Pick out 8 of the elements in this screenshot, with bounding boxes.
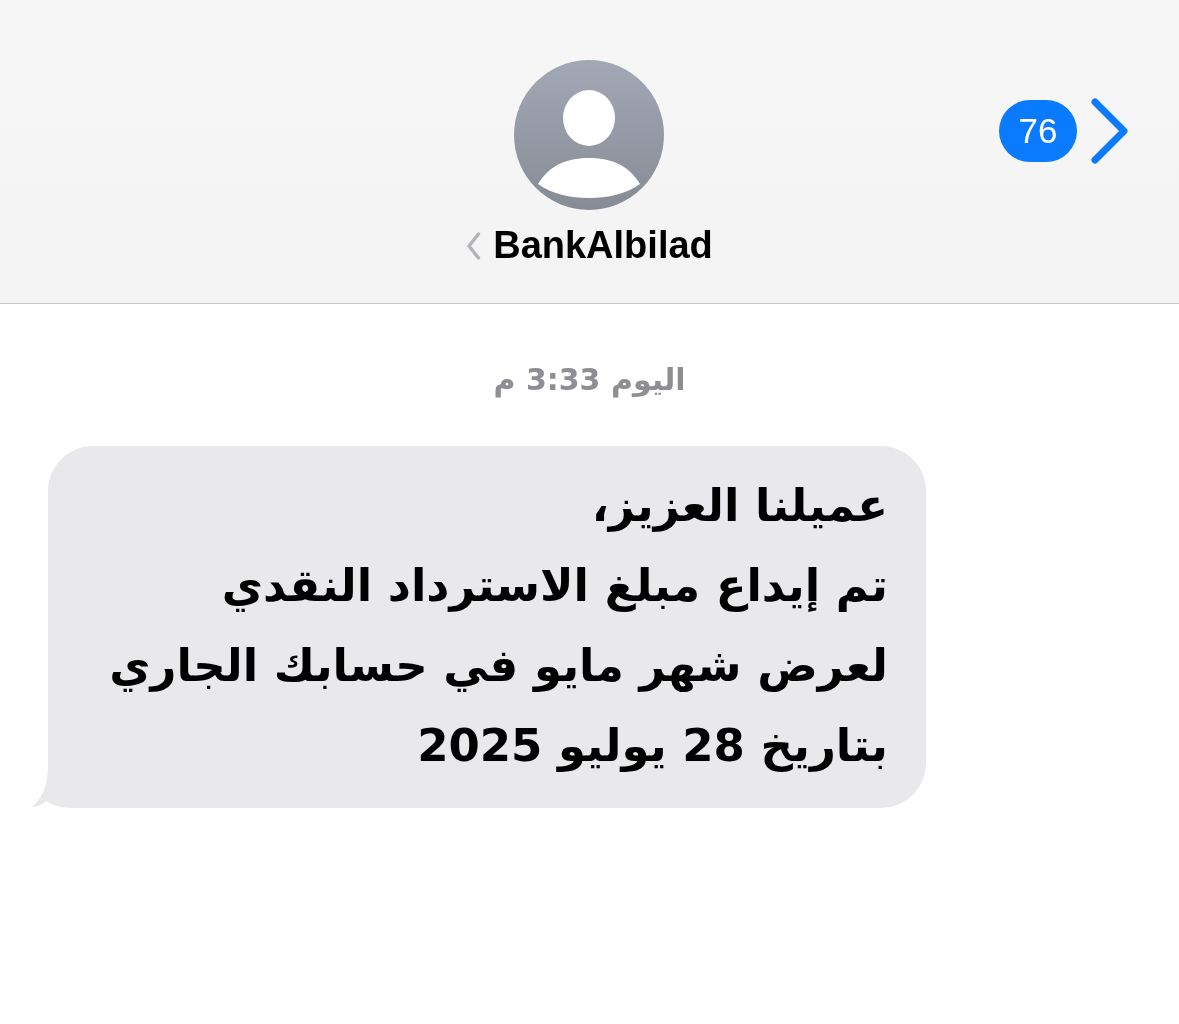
- avatar-icon[interactable]: [514, 60, 665, 210]
- back-button[interactable]: 76: [999, 98, 1129, 164]
- chevron-left-icon: [466, 231, 482, 260]
- unread-count-badge: 76: [999, 100, 1077, 162]
- contact-name-button[interactable]: BankAlbilad: [466, 224, 713, 267]
- message-timestamp: اليوم 3:33 م: [493, 362, 686, 398]
- chevron-right-icon: [1091, 98, 1129, 164]
- message-text: عميلنا العزيز، تم إيداع مبلغ الاسترداد النقدي لعرض شهر مايو في حسابك الجاري بتاريخ 28 يوليو 2025: [108, 478, 888, 774]
